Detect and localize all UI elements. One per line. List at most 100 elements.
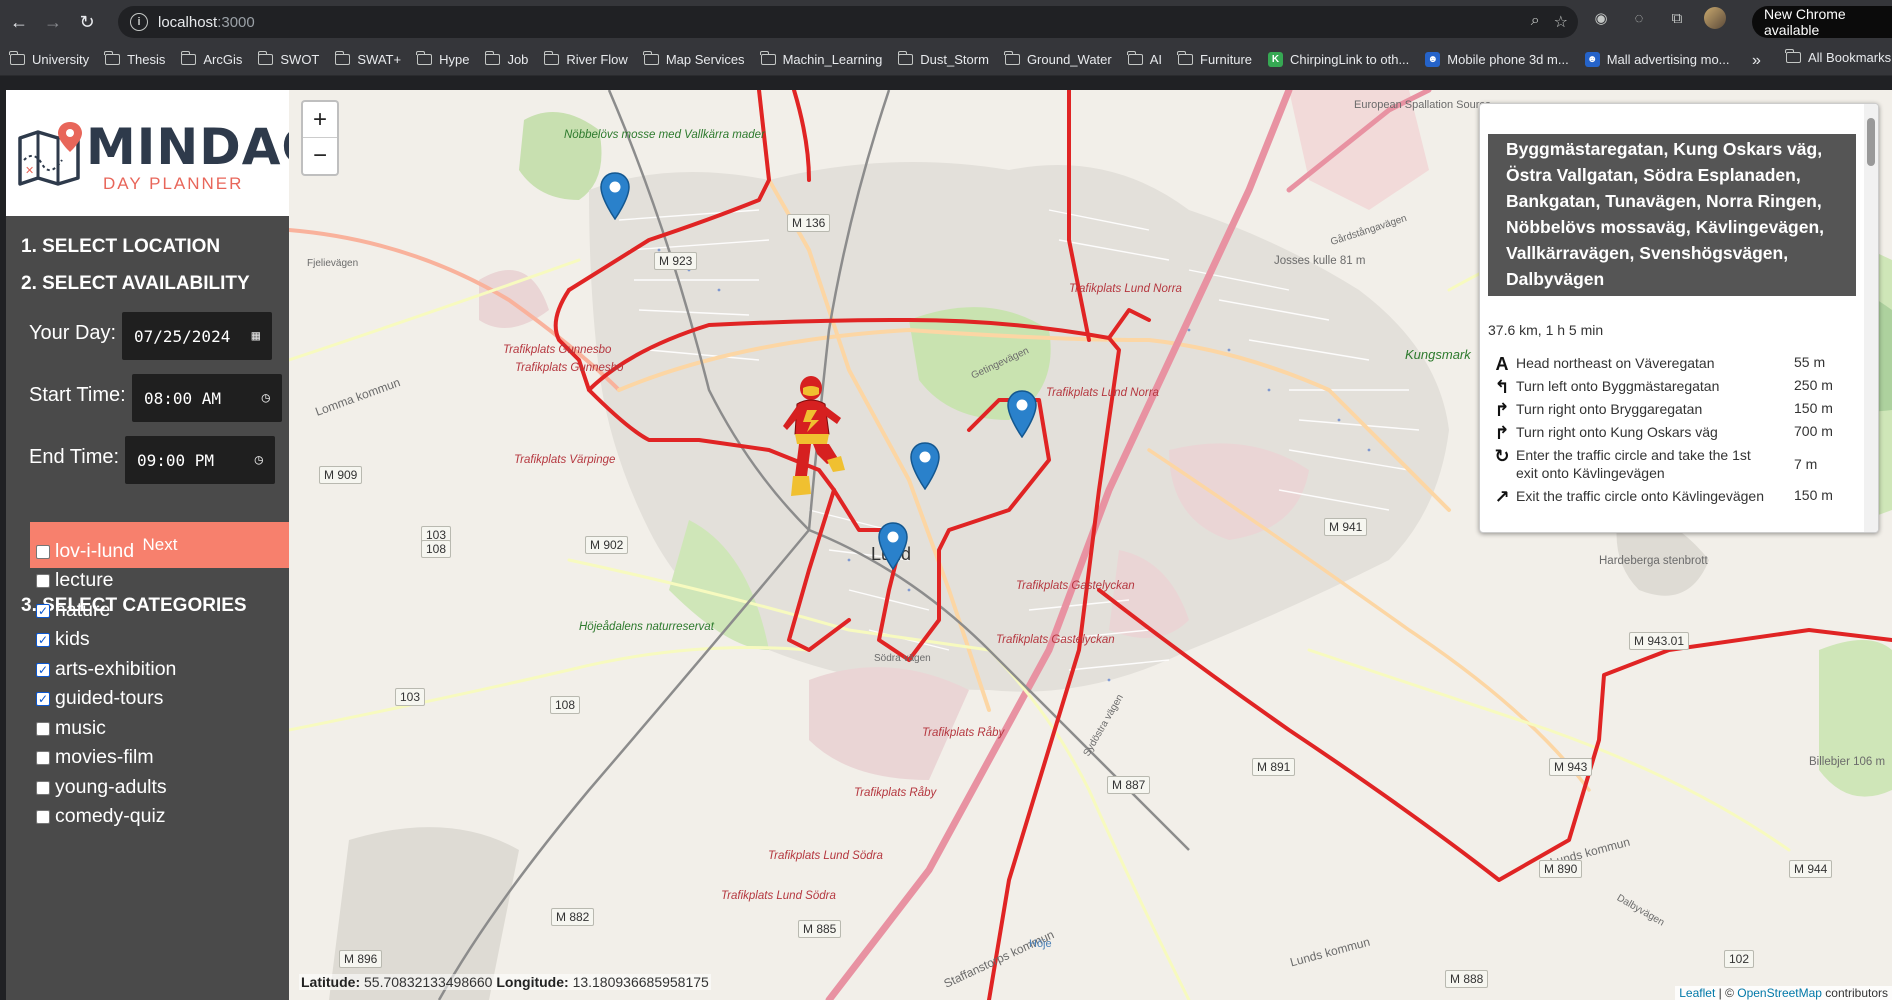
bookmark-folder[interactable]: SWOT <box>257 51 319 67</box>
bookmark-folder[interactable]: Job <box>484 51 528 67</box>
instruction-distance: 250 m <box>1794 377 1833 393</box>
user-location-character-icon[interactable] <box>777 374 847 508</box>
calendar-icon[interactable]: ▦ <box>252 328 260 344</box>
map-label: Trafikplats Lund Norra <box>1046 387 1159 399</box>
bookmark-folder[interactable]: Machin_Learning <box>759 51 882 67</box>
bookmark-folder[interactable]: ArcGis <box>180 51 242 67</box>
address-bar[interactable]: i localhost:3000 ⌕ ☆ <box>118 6 1578 38</box>
route-instruction-row[interactable]: A Head northeast on Väveregatan 55 m <box>1488 354 1848 374</box>
category-kids[interactable]: kids <box>36 628 90 651</box>
category-checkbox[interactable] <box>36 691 50 706</box>
route-instruction-row[interactable]: ↰ Turn left onto Byggmästaregatan 250 m <box>1488 377 1848 397</box>
favicon-icon: ☻ <box>1425 52 1441 67</box>
bookmark-star-icon[interactable]: ☆ <box>1554 12 1568 32</box>
bookmark-folder[interactable]: Hype <box>416 51 469 67</box>
svg-text:✕: ✕ <box>25 164 34 177</box>
map[interactable]: Nöbbelövs mosse med Vallkärra mader Euro… <box>289 90 1892 1000</box>
zoom-in-button[interactable]: + <box>303 102 337 138</box>
bookmark-link[interactable]: K ChirpingLink to oth... <box>1268 52 1409 67</box>
category-label: lov-i-lund <box>55 540 135 562</box>
end-time-input[interactable]: 09:00 PM ◷ <box>125 436 275 484</box>
bookmark-link[interactable]: ☻ Mobile phone 3d m... <box>1425 52 1569 67</box>
category-checkbox[interactable] <box>36 721 50 736</box>
category-guided-tours[interactable]: guided-tours <box>36 687 163 710</box>
start-time-input[interactable]: 08:00 AM ◷ <box>132 374 282 422</box>
clock-icon[interactable]: ◷ <box>255 452 263 468</box>
location-marker-icon[interactable] <box>599 172 631 220</box>
map-label: Trafikplats Gastelyckan <box>1016 580 1135 592</box>
bookmark-folder[interactable]: Furniture <box>1177 51 1252 67</box>
category-checkbox[interactable] <box>36 780 50 795</box>
route-instruction-row[interactable]: ↱ Turn right onto Kung Oskars väg 700 m <box>1488 423 1848 443</box>
profile-avatar[interactable] <box>1704 7 1726 29</box>
category-checkbox[interactable] <box>36 632 50 647</box>
leaflet-link[interactable]: Leaflet <box>1679 986 1715 1000</box>
step-select-location[interactable]: 1. SELECT LOCATION <box>21 236 220 258</box>
instruction-distance: 150 m <box>1794 400 1833 416</box>
routing-directions-panel[interactable]: Byggmästaregatan, Kung Oskars väg, Östra… <box>1479 103 1879 533</box>
category-lov-i-lund[interactable]: lov-i-lund <box>36 540 134 563</box>
location-marker-icon[interactable] <box>1006 390 1038 438</box>
back-icon[interactable]: ← <box>4 7 34 37</box>
bookmarks-overflow-button[interactable]: » <box>1752 52 1761 70</box>
bear-right-icon: ↗ <box>1494 487 1510 507</box>
instruction-text: Turn left onto Byggmästaregatan <box>1516 378 1720 394</box>
map-label: Nöbbelövs mosse med Vallkärra mader <box>564 128 765 143</box>
category-label: arts-exhibition <box>55 658 177 680</box>
step-select-availability[interactable]: 2. SELECT AVAILABILITY <box>21 273 250 295</box>
scrollbar-thumb[interactable] <box>1867 118 1875 166</box>
road-number-label: M 888 <box>1445 970 1489 988</box>
category-music[interactable]: music <box>36 717 106 740</box>
map-label: Trafikplats Lund Södra <box>768 850 883 862</box>
reload-icon[interactable]: ↻ <box>72 7 102 37</box>
category-comedy-quiz[interactable]: comedy-quiz <box>36 805 166 828</box>
bookmark-folder[interactable]: AI <box>1127 51 1162 67</box>
bookmarks-bar: University Thesis ArcGis SWOT SWAT+ Hype Job Ri… <box>0 44 1892 76</box>
clock-icon[interactable]: ◷ <box>262 390 270 406</box>
category-young-adults[interactable]: young-adults <box>36 776 167 799</box>
instruction-distance: 7 m <box>1794 456 1818 472</box>
day-date-input[interactable]: 07/25/2024 ▦ <box>122 312 272 360</box>
extension-icon[interactable]: ◉ <box>1590 7 1612 29</box>
bookmark-folder[interactable]: Dust_Storm <box>897 51 989 67</box>
route-instruction-row[interactable]: ↱ Turn right onto Bryggaregatan 150 m <box>1488 400 1848 420</box>
category-checkbox[interactable] <box>36 544 50 559</box>
bookmark-link[interactable]: ☻ Mall advertising mo... <box>1584 52 1730 67</box>
bookmark-folder[interactable]: Map Services <box>643 51 745 67</box>
category-movies-film[interactable]: movies-film <box>36 746 154 769</box>
location-marker-icon[interactable] <box>877 522 909 570</box>
bookmark-folder[interactable]: University <box>9 51 89 67</box>
panel-scrollbar[interactable] <box>1864 104 1878 532</box>
extension-icon[interactable]: ◌ <box>1628 7 1650 29</box>
url-text[interactable]: localhost:3000 <box>158 14 255 31</box>
bookmark-folder[interactable]: River Flow <box>543 51 628 67</box>
location-marker-icon[interactable] <box>909 442 941 490</box>
route-instruction-row[interactable]: ↗ Exit the traffic circle onto Kävlingevä… <box>1488 487 1848 507</box>
category-checkbox[interactable] <box>36 662 50 677</box>
route-summary: 37.6 km, 1 h 5 min <box>1488 322 1604 338</box>
folder-icon <box>180 51 197 65</box>
extensions-puzzle-icon[interactable]: ⧉ <box>1666 7 1688 29</box>
start-time-label: Start Time: <box>29 384 126 406</box>
category-arts-exhibition[interactable]: arts-exhibition <box>36 658 176 681</box>
zoom-icon[interactable]: ⌕ <box>1531 12 1540 32</box>
zoom-out-button[interactable]: − <box>303 138 337 174</box>
site-info-icon[interactable]: i <box>130 13 148 31</box>
map-label: Trafikplats Lund Södra <box>721 890 836 902</box>
folder-icon <box>416 51 433 65</box>
all-bookmarks-button[interactable]: All Bookmarks <box>1785 49 1891 65</box>
bookmark-folder[interactable]: Ground_Water <box>1004 51 1112 67</box>
category-checkbox[interactable] <box>36 750 50 765</box>
category-lecture[interactable]: lecture <box>36 569 114 592</box>
route-instruction-row[interactable]: ↻ Enter the traffic circle and take the 1… <box>1488 446 1848 486</box>
category-checkbox[interactable] <box>36 603 50 618</box>
new-chrome-button[interactable]: New Chrome available <box>1752 6 1892 38</box>
category-nature[interactable]: nature <box>36 599 110 622</box>
category-checkbox[interactable] <box>36 809 50 824</box>
category-label: nature <box>55 599 111 621</box>
bookmark-folder[interactable]: SWAT+ <box>334 51 401 67</box>
category-checkbox[interactable] <box>36 573 50 588</box>
bookmark-folder[interactable]: Thesis <box>104 51 165 67</box>
openstreetmap-link[interactable]: OpenStreetMap <box>1737 986 1822 1000</box>
forward-icon[interactable]: → <box>38 7 68 37</box>
